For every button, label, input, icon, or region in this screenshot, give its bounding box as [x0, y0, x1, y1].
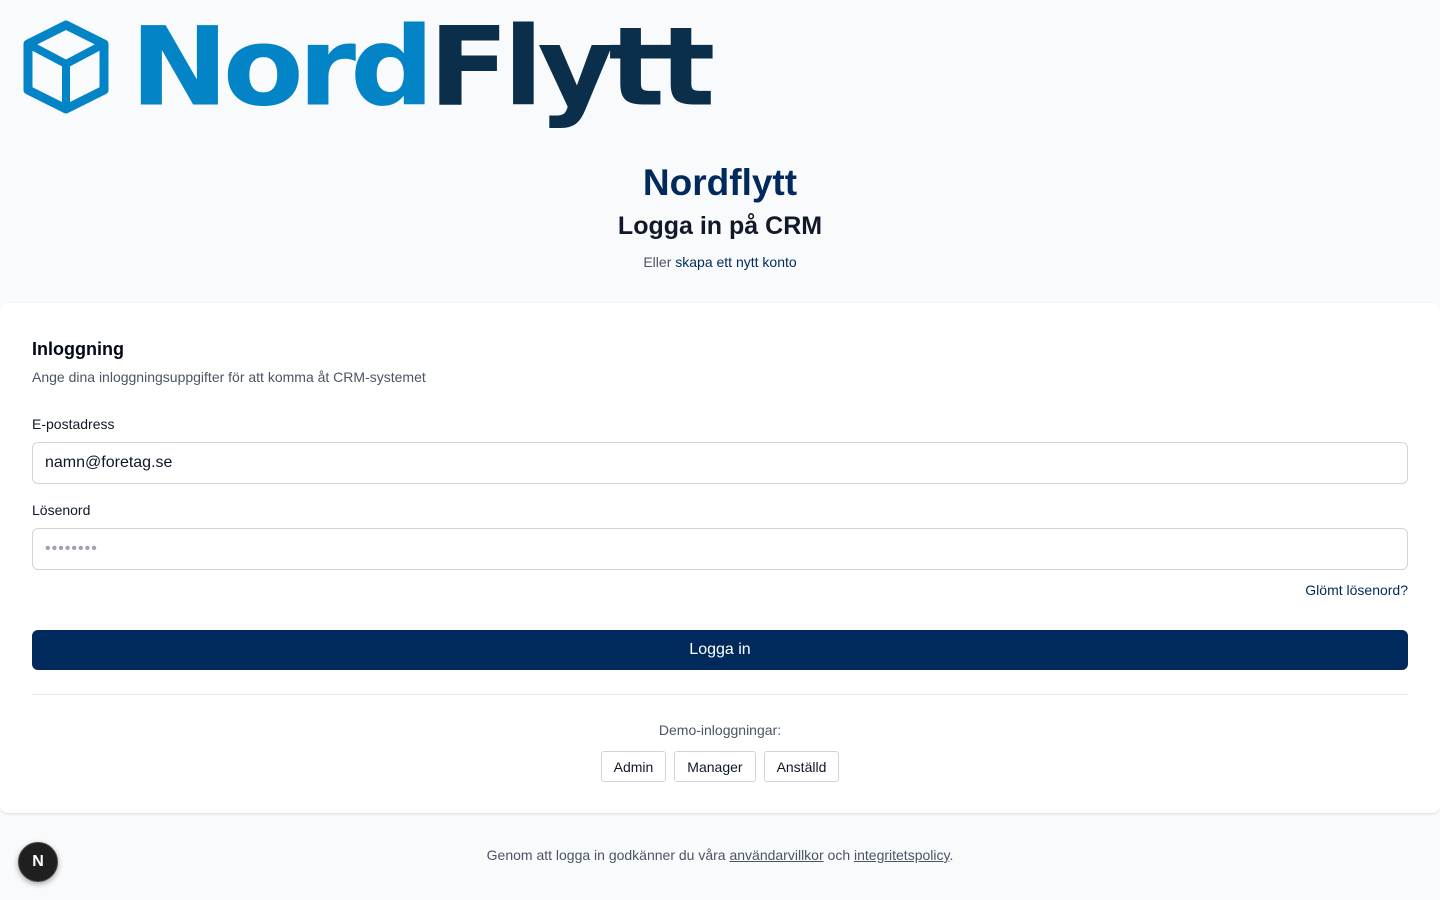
signup-link[interactable]: skapa ett nytt konto: [675, 254, 796, 270]
card-title: Inloggning: [32, 339, 124, 359]
password-label: Lösenord: [32, 502, 91, 518]
demo-admin-button[interactable]: Admin: [600, 751, 667, 782]
divider: [32, 694, 1408, 695]
login-button[interactable]: Logga in: [32, 630, 1408, 670]
privacy-link[interactable]: integritetspolicy: [854, 847, 949, 863]
password-field[interactable]: [32, 528, 1408, 570]
signup-prompt: Eller skapa ett nytt konto: [0, 254, 1440, 270]
footer-text-middle: och: [827, 847, 851, 863]
forgot-password-link[interactable]: Glömt lösenord?: [1305, 582, 1408, 598]
terms-link[interactable]: användarvillkor: [729, 847, 823, 863]
demo-employee-button[interactable]: Anställd: [763, 751, 840, 782]
signup-prefix: Eller: [643, 254, 672, 270]
email-label: E-postadress: [32, 416, 115, 432]
cube-icon: [23, 20, 109, 114]
logo-text-nord: Nord: [130, 3, 434, 131]
footer-text-after: .: [949, 847, 954, 863]
demo-manager-button[interactable]: Manager: [674, 751, 756, 782]
dev-badge-label: N: [32, 853, 44, 870]
nextjs-icon[interactable]: N: [18, 842, 58, 882]
legal-footer: Genom att logga in godkänner du våra anv…: [0, 847, 1440, 863]
hero-header: Nordflytt Logga in på CRM Eller skapa et…: [0, 160, 1440, 270]
card-description: Ange dina inloggningsuppgifter för att k…: [32, 369, 426, 385]
page-title: Nordflytt: [642, 162, 798, 203]
logo-wordmark: NordFlytt: [130, 13, 715, 122]
email-field[interactable]: [32, 442, 1408, 484]
footer-text-before: Genom att logga in godkänner du våra: [486, 847, 726, 863]
logo-text-flytt: Flytt: [428, 3, 715, 131]
demo-logins: Admin Manager Anställd: [0, 751, 1440, 782]
page-subtitle: Logga in på CRM: [617, 212, 823, 240]
brand-logo: NordFlytt: [22, 8, 715, 126]
demo-logins-label: Demo-inloggningar:: [658, 722, 782, 738]
login-card: Inloggning Ange dina inloggningsuppgifte…: [0, 303, 1440, 813]
